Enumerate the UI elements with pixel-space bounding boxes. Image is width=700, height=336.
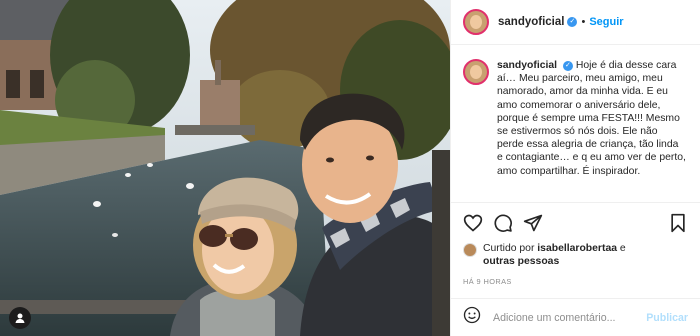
caption-username[interactable]: sandyoficial [497, 60, 557, 71]
publish-button[interactable]: Publicar [646, 312, 688, 324]
avatar[interactable] [463, 9, 489, 35]
comment-bar: Adicione um comentário... Publicar [451, 298, 700, 336]
caption-avatar[interactable] [463, 59, 489, 85]
post-side-panel: sandyoficial ✓ • Seguir sandyoficial ✓ H… [450, 0, 700, 336]
user-tag-icon [14, 312, 26, 324]
liked-others-link[interactable]: outras pessoas [483, 256, 559, 267]
liked-suffix: e [619, 243, 626, 254]
post-photo[interactable] [0, 0, 450, 336]
liked-by-text: Curtido por isabellarobertaa e outras pe… [483, 242, 626, 268]
separator-dot: • [581, 16, 586, 28]
verified-badge-icon: ✓ [567, 17, 578, 27]
tagged-users-button[interactable] [9, 307, 31, 329]
comment-input[interactable]: Adicione um comentário... [493, 312, 646, 324]
liked-prefix: Curtido por [483, 243, 535, 254]
header-username[interactable]: sandyoficial [498, 16, 564, 28]
share-icon[interactable] [523, 213, 543, 233]
bookmark-icon[interactable] [668, 213, 688, 233]
verified-badge-icon: ✓ [562, 61, 573, 71]
caption: sandyoficial ✓ Hoje é dia desse cara aí…… [451, 45, 700, 202]
comment-icon[interactable] [493, 213, 513, 233]
post-header: sandyoficial ✓ • Seguir [451, 0, 700, 45]
liked-by: Curtido por isabellarobertaa e outras pe… [463, 242, 690, 268]
liked-user-link[interactable]: isabellarobertaa [537, 243, 617, 254]
smiley-icon[interactable] [463, 306, 481, 329]
follow-button[interactable]: Seguir [589, 16, 623, 28]
liker-avatar[interactable] [463, 243, 477, 257]
heart-icon[interactable] [463, 213, 483, 233]
couple-selfie-photo [0, 0, 450, 336]
caption-text: sandyoficial ✓ Hoje é dia desse cara aí…… [497, 59, 687, 202]
post-actions-bar [451, 202, 700, 242]
caption-body: Hoje é dia desse cara aí… Meu parceiro, … [497, 60, 686, 177]
post-timestamp[interactable]: HÁ 9 HORAS [463, 277, 512, 286]
